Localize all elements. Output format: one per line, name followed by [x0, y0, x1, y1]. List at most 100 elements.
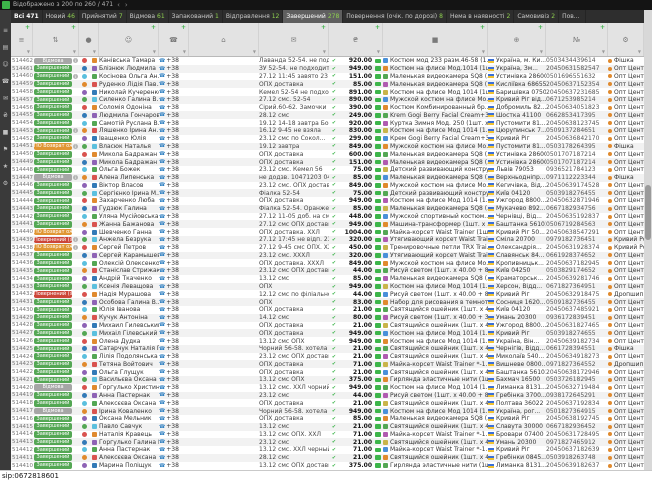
client-phone[interactable]: ☎ +38: [159, 150, 189, 158]
product-cell[interactable]: Костюм на флисе Мод 1014 (1...: [383, 197, 488, 205]
ttn-cell[interactable]: 0971827465912: [546, 438, 608, 446]
order-row[interactable]: 514446 Завершений i Віктор Власов ☎ +38 …: [11, 182, 644, 190]
ttn-cell[interactable]: 0671253985214: [546, 96, 608, 104]
order-row[interactable]: 514417 Відмова i Ірина Коваленко ☎ +38 Ч…: [11, 407, 644, 415]
product-cell[interactable]: Детский развивающий констру...: [383, 166, 488, 174]
ttn-cell[interactable]: 20450637182945: [546, 259, 608, 267]
client-phone[interactable]: ☎ +38: [159, 384, 189, 392]
status-badge[interactable]: Відмова: [34, 384, 72, 391]
product-cell[interactable]: Костюм на флисе Мод 1014 (1...: [383, 283, 488, 291]
tab-returned[interactable]: Пов...: [559, 10, 585, 23]
client-phone[interactable]: ☎ +38: [159, 306, 189, 314]
product-cell[interactable]: Костюм мод 233 разм.46-58 (1...: [383, 57, 488, 65]
info-icon[interactable]: i: [73, 144, 78, 149]
ttn-cell[interactable]: 20450639281746: [546, 275, 608, 283]
order-row[interactable]: 514448 Завершений i Ольга Божек ☎ +38 23…: [11, 166, 644, 174]
client-phone[interactable]: ☎ +38: [159, 329, 189, 337]
column-header-st[interactable]: ⇅ + ▼: [33, 23, 79, 56]
client-phone[interactable]: ☎ +38: [159, 360, 189, 368]
product-cell[interactable]: Набор для рисования в темнот...: [383, 298, 488, 306]
status-badge[interactable]: Завершений: [34, 346, 72, 353]
status-badge[interactable]: Завершений: [34, 260, 72, 267]
client-phone[interactable]: ☎ +38: [159, 345, 189, 353]
ttn-cell[interactable]: 0667182936452: [546, 423, 608, 431]
client-name[interactable]: Анжела Безрука: [99, 236, 159, 244]
order-row[interactable]: 514438 ПО Возврат ож. i Сергей Петров ☎ …: [11, 244, 644, 252]
client-name[interactable]: Кучук Антоніна: [99, 314, 159, 322]
client-phone[interactable]: ☎ +38: [159, 376, 189, 384]
order-row[interactable]: 514440 ПО Возврат ож. i Шевченко Ганна ☎…: [11, 228, 644, 236]
client-phone[interactable]: ☎ +38: [159, 174, 189, 182]
client-name[interactable]: Анна Пастернак: [99, 392, 159, 400]
product-cell[interactable]: Святящийся ошейник (1шт. х 4...: [383, 306, 488, 314]
add-filter-icon[interactable]: +: [538, 25, 543, 30]
status-badge[interactable]: Завершений: [34, 439, 72, 446]
ttn-cell[interactable]: 20450631582547: [546, 65, 608, 73]
client-phone[interactable]: ☎ +38: [159, 65, 189, 73]
client-phone[interactable]: ☎ +38: [159, 127, 189, 135]
status-badge[interactable]: Завершений: [34, 252, 72, 259]
client-phone[interactable]: ☎ +38: [159, 290, 189, 298]
client-name[interactable]: Павло Савчук: [99, 423, 159, 431]
client-phone[interactable]: ☎ +38: [159, 166, 189, 174]
order-row[interactable]: 514435 Завершений i Станіслав Стрижак ☎ …: [11, 267, 644, 275]
ttn-cell[interactable]: 0971827364552: [546, 360, 608, 368]
client-name[interactable]: Ольга Глущук: [99, 368, 159, 376]
client-name[interactable]: Віктор Власов: [99, 182, 159, 190]
messages-icon[interactable]: ✉: [3, 96, 8, 102]
client-phone[interactable]: ☎ +38: [159, 446, 189, 454]
client-phone[interactable]: ☎ +38: [159, 368, 189, 376]
product-cell[interactable]: Майка-корсет Waist Trainer *-1...: [383, 446, 488, 454]
add-filter-icon[interactable]: +: [181, 25, 186, 30]
order-row[interactable]: 514412 Завершений i Анна Пастернак ☎ +38…: [11, 446, 644, 454]
client-name[interactable]: Алена Липенська: [99, 174, 159, 182]
client-name[interactable]: Лілія Подолянська: [99, 353, 159, 361]
tab-out-of-stock[interactable]: Нема в наявності 2: [447, 10, 514, 23]
product-cell[interactable]: Машина-трансформер (1шт. х ...: [383, 220, 488, 228]
order-row[interactable]: 514421 Завершений i Васильєва Оксана ☎ +…: [11, 376, 644, 384]
client-name[interactable]: Михаил Гилевський: [99, 322, 159, 330]
client-phone[interactable]: ☎ +38: [159, 275, 189, 283]
status-badge[interactable]: ПО Возврат ож.: [34, 143, 72, 150]
ttn-cell[interactable]: 20450634918273: [546, 353, 608, 361]
client-phone[interactable]: ☎ +38: [159, 88, 189, 96]
column-header-nt[interactable]: ✉ + ▼: [259, 23, 329, 56]
status-badge[interactable]: Завершений: [34, 369, 72, 376]
add-filter-icon[interactable]: +: [480, 25, 485, 30]
client-phone[interactable]: ☎ +38: [159, 314, 189, 322]
client-phone[interactable]: ☎ +38: [159, 73, 189, 81]
product-cell[interactable]: Маленькая видеокамера SQ8 (...: [383, 150, 488, 158]
order-row[interactable]: 514445 Завершений i Сергієнко Ірина М...…: [11, 189, 644, 197]
client-name[interactable]: Тетяна Войтович: [99, 360, 159, 368]
client-phone[interactable]: ☎ +38: [159, 298, 189, 306]
client-name[interactable]: Юлія Іванова: [99, 306, 159, 314]
info-icon[interactable]: i: [73, 74, 78, 79]
product-cell[interactable]: Krem Gogi Berry Facial Cream+3...: [383, 111, 488, 119]
status-badge[interactable]: Завершений: [34, 159, 72, 166]
product-cell[interactable]: Тренировочные петли TRX Trai...: [383, 244, 488, 252]
status-badge[interactable]: Завершений: [34, 89, 72, 96]
sort-icon[interactable]: ▼: [183, 50, 186, 54]
client-name[interactable]: Соломія Одоніна: [99, 104, 159, 112]
client-phone[interactable]: ☎ +38: [159, 431, 189, 439]
status-badge[interactable]: Завершений: [34, 423, 72, 430]
client-name[interactable]: Сергієнко Ірина М...: [99, 189, 159, 197]
product-cell[interactable]: Святящийся ошейник (1шт. х 4...: [383, 368, 488, 376]
column-header-av[interactable]: ● + ▼: [79, 23, 99, 56]
status-badge[interactable]: Завершений: [34, 268, 72, 275]
sort-icon[interactable]: ▼: [73, 50, 76, 54]
client-name[interactable]: Алексєєва Оксана: [99, 399, 159, 407]
ttn-cell[interactable]: 0503918274655: [546, 329, 608, 337]
status-badge[interactable]: Повернений (з...: [34, 237, 72, 244]
order-row[interactable]: 514454 Завершений i Самотій Руслана В...…: [11, 119, 644, 127]
status-badge[interactable]: Завершений: [34, 97, 72, 104]
ttn-cell[interactable]: 20450637192834: [546, 399, 608, 407]
client-name[interactable]: Руденко Лідія Пав...: [99, 80, 159, 88]
order-row[interactable]: 514424 Завершений i Лілія Подолянська ☎ …: [11, 353, 644, 361]
tab-pickup[interactable]: Самовивіз 2: [514, 10, 559, 23]
status-badge[interactable]: Завершений: [34, 447, 72, 454]
ttn-cell[interactable]: 20450636842170: [546, 135, 608, 143]
status-badge[interactable]: Завершений: [34, 73, 72, 80]
products-icon[interactable]: ■: [3, 130, 9, 136]
status-badge[interactable]: Завершений: [34, 104, 72, 111]
